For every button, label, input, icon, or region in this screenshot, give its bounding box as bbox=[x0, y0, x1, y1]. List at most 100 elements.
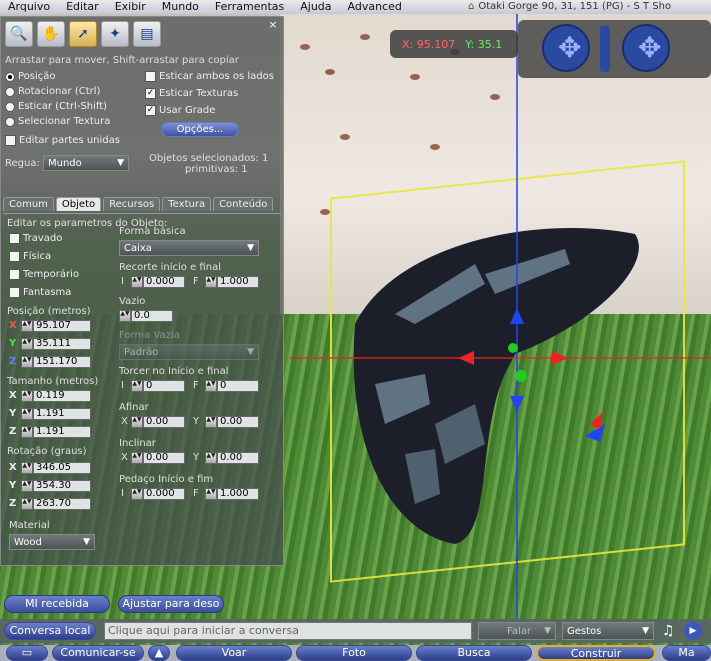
size-y-value[interactable]: 1.191 bbox=[33, 408, 91, 420]
spinner-arrows-icon[interactable]: ▲▼ bbox=[205, 380, 217, 392]
spinner-arrows-icon[interactable]: ▲▼ bbox=[21, 390, 33, 402]
chat-input[interactable]: Clique aqui para iniciar a conversa bbox=[104, 622, 472, 640]
spinner-arrows-icon[interactable]: ▲▼ bbox=[21, 338, 33, 350]
size-z-value[interactable]: 1.191 bbox=[33, 426, 91, 438]
taper-x-value[interactable]: 0.00 bbox=[143, 416, 185, 428]
music-icon[interactable]: ♫ bbox=[662, 622, 680, 640]
shape-dropdown[interactable]: Caixa ▼ bbox=[119, 240, 259, 256]
slice-end-value[interactable]: 1.000 bbox=[217, 488, 259, 500]
communicate-button[interactable]: Comunicar-se bbox=[52, 645, 144, 661]
menu-view[interactable]: Exibir bbox=[107, 0, 154, 14]
size-x-value[interactable]: 0.119 bbox=[33, 390, 91, 402]
spinner-arrows-icon[interactable]: ▲▼ bbox=[21, 426, 33, 438]
tab-texture[interactable]: Textura bbox=[162, 197, 212, 211]
create-tool-icon[interactable]: ✦ bbox=[101, 21, 129, 47]
options-button[interactable]: Opções... bbox=[161, 122, 239, 137]
fly-button[interactable]: Voar bbox=[176, 645, 292, 661]
mode-stretch[interactable]: Esticar (Ctrl-Shift) bbox=[5, 101, 107, 112]
shear-y-value[interactable]: 0.00 bbox=[217, 452, 259, 464]
twist-end-value[interactable]: 0 bbox=[217, 380, 259, 392]
slice-begin-value[interactable]: 0.000 bbox=[143, 488, 185, 500]
twist-begin-value[interactable]: 0 bbox=[143, 380, 185, 392]
zoom-slider[interactable] bbox=[600, 26, 610, 72]
taper-y-spinner[interactable]: ▲▼ 0.00 bbox=[205, 416, 259, 428]
cut-end-value[interactable]: 1.000 bbox=[217, 276, 259, 288]
edit-tool-icon[interactable]: ➚ bbox=[69, 21, 97, 47]
stretch-both-checkbox[interactable]: Esticar ambos os lados bbox=[145, 71, 274, 82]
hollow-value[interactable]: 0.0 bbox=[131, 310, 173, 322]
use-grid-checkbox[interactable]: ✓ Usar Grade bbox=[145, 105, 215, 116]
phantom-checkbox[interactable]: Fantasma bbox=[9, 287, 71, 298]
build-button[interactable]: Construir bbox=[536, 645, 656, 661]
spinner-arrows-icon[interactable]: ▲▼ bbox=[131, 276, 143, 288]
tab-general[interactable]: Comum bbox=[3, 197, 54, 211]
mode-position[interactable]: Posição bbox=[5, 71, 56, 82]
play-icon[interactable]: ▶ bbox=[684, 622, 702, 640]
taper-x-spinner[interactable]: ▲▼ 0.00 bbox=[131, 416, 185, 428]
tab-object[interactable]: Objeto bbox=[55, 197, 102, 211]
spinner-arrows-icon[interactable]: ▲▼ bbox=[21, 462, 33, 474]
spinner-arrows-icon[interactable]: ▲▼ bbox=[205, 488, 217, 500]
mode-select-texture[interactable]: Selecionar Textura bbox=[5, 116, 110, 127]
adjust-button[interactable]: Ajustar para deso bbox=[118, 595, 224, 613]
menu-file[interactable]: Arquivo bbox=[0, 0, 58, 14]
rotation-y-value[interactable]: 354.30 bbox=[33, 480, 91, 492]
cut-begin-value[interactable]: 0.000 bbox=[143, 276, 185, 288]
rotation-y-spinner[interactable]: ▲▼ 354.30 bbox=[21, 480, 91, 492]
mode-rotate[interactable]: Rotacionar (Ctrl) bbox=[5, 86, 100, 97]
position-x-value[interactable]: 95.107 bbox=[33, 320, 91, 332]
location-display[interactable]: ⌂ Otaki Gorge 90, 31, 151 (PG) - S T Sho bbox=[468, 0, 671, 14]
map-button[interactable]: Ma bbox=[662, 645, 711, 661]
shear-y-spinner[interactable]: ▲▼ 0.00 bbox=[205, 452, 259, 464]
spinner-arrows-icon[interactable]: ▲▼ bbox=[205, 276, 217, 288]
cut-end-spinner[interactable]: ▲▼ 1.000 bbox=[205, 276, 259, 288]
speak-button[interactable]: Falar ▼ bbox=[478, 622, 556, 640]
rotation-x-value[interactable]: 346.05 bbox=[33, 462, 91, 474]
spinner-arrows-icon[interactable]: ▲▼ bbox=[131, 416, 143, 428]
stretch-textures-checkbox[interactable]: ✓ Esticar Texturas bbox=[145, 88, 238, 99]
focus-tool-icon[interactable]: 🔍 bbox=[5, 21, 33, 47]
spinner-arrows-icon[interactable]: ▲▼ bbox=[205, 416, 217, 428]
menu-tools[interactable]: Ferramentas bbox=[207, 0, 292, 14]
im-received-button[interactable]: MI recebida bbox=[4, 595, 110, 613]
rotation-z-value[interactable]: 263.70 bbox=[33, 498, 91, 510]
shear-x-spinner[interactable]: ▲▼ 0.00 bbox=[131, 452, 185, 464]
local-chat-button[interactable]: Conversa local bbox=[4, 622, 96, 640]
spinner-arrows-icon[interactable]: ▲▼ bbox=[131, 380, 143, 392]
twist-begin-spinner[interactable]: ▲▼ 0 bbox=[131, 380, 185, 392]
menu-help[interactable]: Ajuda bbox=[292, 0, 339, 14]
size-x-spinner[interactable]: ▲▼ 0.119 bbox=[21, 390, 91, 402]
spinner-arrows-icon[interactable]: ▲▼ bbox=[21, 408, 33, 420]
rotation-x-spinner[interactable]: ▲▼ 346.05 bbox=[21, 462, 91, 474]
rotation-z-spinner[interactable]: ▲▼ 263.70 bbox=[21, 498, 91, 510]
hollow-spinner[interactable]: ▲▼ 0.0 bbox=[119, 310, 173, 322]
land-tool-icon[interactable]: ▤ bbox=[133, 21, 161, 47]
spinner-arrows-icon[interactable]: ▲▼ bbox=[131, 452, 143, 464]
tab-features[interactable]: Recursos bbox=[103, 197, 161, 211]
position-z-spinner[interactable]: ▲▼ 151.170 bbox=[21, 356, 91, 368]
search-button[interactable]: Busca bbox=[416, 645, 532, 661]
close-icon[interactable]: × bbox=[267, 19, 279, 31]
physical-checkbox[interactable]: Física bbox=[9, 251, 51, 262]
communicate-expand-button[interactable]: ▲ bbox=[148, 645, 170, 661]
cut-begin-spinner[interactable]: ▲▼ 0.000 bbox=[131, 276, 185, 288]
menu-advanced[interactable]: Advanced bbox=[340, 0, 410, 14]
taper-y-value[interactable]: 0.00 bbox=[217, 416, 259, 428]
twist-end-spinner[interactable]: ▲▼ 0 bbox=[205, 380, 259, 392]
spinner-arrows-icon[interactable]: ▲▼ bbox=[119, 310, 131, 322]
locked-checkbox[interactable]: Travado bbox=[9, 233, 62, 244]
slice-end-spinner[interactable]: ▲▼ 1.000 bbox=[205, 488, 259, 500]
spinner-arrows-icon[interactable]: ▲▼ bbox=[21, 320, 33, 332]
spinner-arrows-icon[interactable]: ▲▼ bbox=[21, 498, 33, 510]
size-z-spinner[interactable]: ▲▼ 1.191 bbox=[21, 426, 91, 438]
position-y-spinner[interactable]: ▲▼ 35.111 bbox=[21, 338, 91, 350]
ruler-dropdown[interactable]: Mundo ▼ bbox=[43, 155, 129, 171]
spinner-arrows-icon[interactable]: ▲▼ bbox=[21, 356, 33, 368]
size-y-spinner[interactable]: ▲▼ 1.191 bbox=[21, 408, 91, 420]
menu-edit[interactable]: Editar bbox=[58, 0, 107, 14]
tab-contents[interactable]: Conteúdo bbox=[213, 197, 274, 211]
snapshot-button[interactable]: Foto bbox=[296, 645, 412, 661]
temporary-checkbox[interactable]: Temporário bbox=[9, 269, 79, 280]
shear-x-value[interactable]: 0.00 bbox=[143, 452, 185, 464]
chat-history-button[interactable]: ▭ bbox=[6, 645, 48, 661]
